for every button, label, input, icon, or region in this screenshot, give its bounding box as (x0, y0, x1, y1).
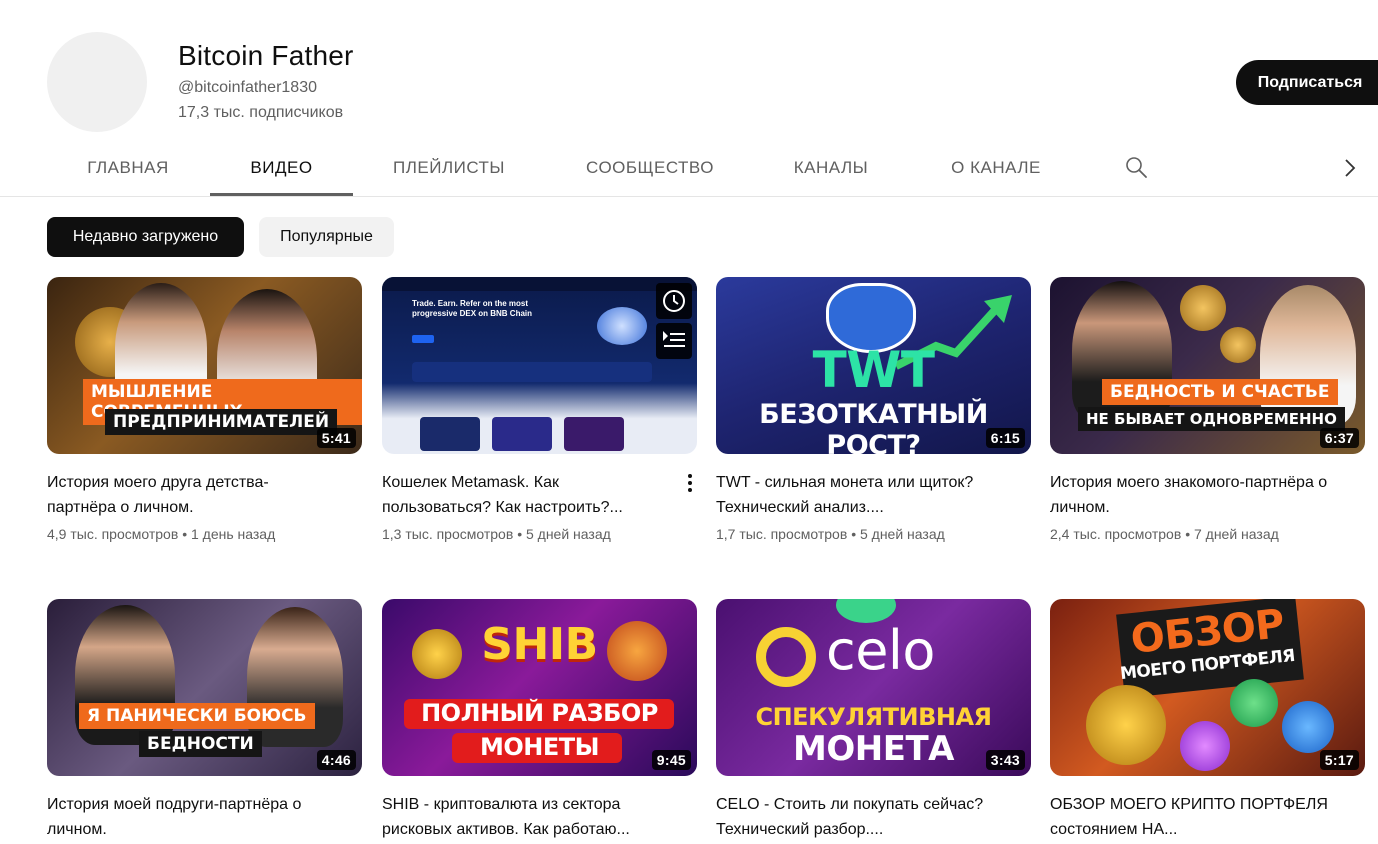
video-card[interactable]: SHIB ПОЛНЫЙ РАЗБОР МОНЕТЫ 9:45 SHIB - кр… (382, 599, 697, 842)
site-stats (412, 362, 652, 382)
video-title[interactable]: TWT - сильная монета или щиток? Техничес… (716, 470, 1031, 520)
video-card[interactable]: Я ПАНИЧЕСКИ БОЮСЬ БЕДНОСТИ 4:46 История … (47, 599, 362, 842)
video-duration: 4:46 (316, 750, 356, 770)
video-duration: 6:37 (1319, 428, 1359, 448)
video-thumbnail[interactable]: celo СПЕКУЛЯТИВНАЯ МОНЕТА 3:43 (716, 599, 1031, 776)
video-meta: 4,9 тыс. просмотров • 1 день назад (47, 526, 362, 542)
video-card[interactable]: Trade. Earn. Refer on the most progressi… (382, 277, 697, 542)
video-thumbnail[interactable]: TWT БЕЗОТКАТНЫЙ РОСТ? 6:15 (716, 277, 1031, 454)
thumb-caption: МОНЕТА (793, 729, 954, 769)
meta-separator: • (182, 526, 188, 542)
view-count: 1,7 тыс. просмотров (716, 526, 848, 542)
add-to-queue-icon[interactable] (656, 323, 692, 359)
thumb-caption: БЕДНОСТИ (139, 731, 262, 757)
video-meta: 1,7 тыс. просмотров • 5 дней назад (716, 526, 1031, 542)
tab-videos[interactable]: ВИДЕО (210, 140, 353, 196)
video-thumbnail[interactable]: ОБЗОР МОЕГО ПОРТФЕЛЯ 5:17 (1050, 599, 1365, 776)
video-card[interactable]: ОБЗОР МОЕГО ПОРТФЕЛЯ 5:17 ОБЗОР МОЕГО КР… (1050, 599, 1365, 842)
video-card[interactable]: МЫШЛЕНИЕ СОВРЕМЕННЫХ ПРЕДПРИНИМАТЕЛЕЙ 5:… (47, 277, 362, 542)
search-icon[interactable] (1124, 155, 1148, 179)
video-meta: 1,3 тыс. просмотров • 5 дней назад (382, 526, 697, 542)
thumb-caption: МОНЕТЫ (479, 733, 600, 761)
video-title[interactable]: ОБЗОР МОЕГО КРИПТО ПОРТФЕЛЯ состоянием Н… (1050, 792, 1365, 842)
subscriber-count: 17,3 тыс. подписчиков (178, 104, 344, 121)
view-count: 4,9 тыс. просмотров (47, 526, 179, 542)
coin-art (1220, 327, 1256, 363)
video-duration: 5:17 (1319, 750, 1359, 770)
site-promo (492, 417, 552, 451)
video-thumbnail[interactable]: БЕДНОСТЬ И СЧАСТЬЕ НЕ БЫВАЕТ ОДНОВРЕМЕНН… (1050, 277, 1365, 454)
coin-art (1282, 701, 1334, 753)
video-meta: 2,4 тыс. просмотров • 7 дней назад (1050, 526, 1365, 542)
mascot-art (597, 307, 647, 345)
bitcoin-coin (1086, 685, 1166, 765)
video-card[interactable]: celo СПЕКУЛЯТИВНАЯ МОНЕТА 3:43 CELO - Ст… (716, 599, 1031, 842)
chip-recent[interactable]: Недавно загружено (47, 217, 244, 257)
upload-age: 1 день назад (190, 526, 276, 542)
coin-art (1180, 285, 1226, 331)
video-title[interactable]: История моей подруги-партнёра о личном. (47, 792, 362, 842)
meta-separator: • (851, 526, 857, 542)
site-headline-line: progressive DEX on BNB Chain (412, 309, 533, 318)
video-thumbnail[interactable]: МЫШЛЕНИЕ СОВРЕМЕННЫХ ПРЕДПРИНИМАТЕЛЕЙ 5:… (47, 277, 362, 454)
view-count: 1,3 тыс. просмотров (382, 526, 514, 542)
thumb-caption: БЕДНОСТЬ И СЧАСТЬЕ (1102, 379, 1338, 405)
subscribe-button[interactable]: Подписаться (1236, 60, 1378, 105)
tab-playlists[interactable]: ПЛЕЙЛИСТЫ (370, 140, 528, 196)
site-promo (564, 417, 624, 451)
coin-art (1230, 679, 1278, 727)
chevron-right-icon[interactable] (1340, 156, 1360, 180)
video-thumbnail[interactable]: SHIB ПОЛНЫЙ РАЗБОР МОНЕТЫ 9:45 (382, 599, 697, 776)
video-title[interactable]: История моего знакомого-партнёра о лично… (1050, 470, 1365, 520)
thumb-caption: БЕЗОТКАТНЫЙ РОСТ? (759, 399, 988, 454)
video-card[interactable]: TWT БЕЗОТКАТНЫЙ РОСТ? 6:15 TWT - сильная… (716, 277, 1031, 542)
thumb-caption: НЕ БЫВАЕТ ОДНОВРЕМЕННО (1078, 407, 1345, 431)
thumb-caption: TWT (812, 341, 935, 399)
channel-tabs: ГЛАВНАЯ ВИДЕО ПЛЕЙЛИСТЫ СООБЩЕСТВО КАНАЛ… (0, 140, 1378, 197)
video-duration: 5:41 (316, 428, 356, 448)
celo-logo (756, 627, 816, 687)
site-headline-line: Trade. Earn. Refer on the most (412, 299, 529, 308)
site-button (412, 335, 434, 343)
video-title[interactable]: CELO - Стоить ли покупать сейчас? Технич… (716, 792, 1031, 842)
thumb-caption: Я ПАНИЧЕСКИ БОЮСЬ (79, 703, 315, 729)
video-duration: 9:45 (651, 750, 691, 770)
tab-home[interactable]: ГЛАВНАЯ (58, 140, 198, 196)
thumb-caption: ПОЛНЫЙ РАЗБОР (421, 699, 658, 727)
site-navbar (382, 277, 697, 291)
video-duration: 6:15 (985, 428, 1025, 448)
thumb-caption: celo (826, 619, 935, 682)
channel-title: Bitcoin Father (178, 40, 354, 71)
tab-community[interactable]: СООБЩЕСТВО (566, 140, 734, 196)
thumb-caption: ПРЕДПРИНИМАТЕЛЕЙ (105, 409, 338, 435)
video-title[interactable]: SHIB - криптовалюта из сектора рисковых … (382, 792, 697, 842)
video-title[interactable]: Кошелек Metamask. Как пользоваться? Как … (382, 470, 697, 520)
tab-channels[interactable]: КАНАЛЫ (772, 140, 890, 196)
watch-later-icon[interactable] (656, 283, 692, 319)
video-card[interactable]: БЕДНОСТЬ И СЧАСТЬЕ НЕ БЫВАЕТ ОДНОВРЕМЕНН… (1050, 277, 1365, 542)
meta-separator: • (1185, 526, 1191, 542)
chip-popular[interactable]: Популярные (259, 217, 394, 257)
channel-avatar[interactable] (47, 32, 147, 132)
view-count: 2,4 тыс. просмотров (1050, 526, 1182, 542)
video-thumbnail[interactable]: Trade. Earn. Refer on the most progressi… (382, 277, 697, 454)
site-promo (420, 417, 480, 451)
video-thumbnail[interactable]: Я ПАНИЧЕСКИ БОЮСЬ БЕДНОСТИ 4:46 (47, 599, 362, 776)
video-duration: 3:43 (985, 750, 1025, 770)
channel-handle: @bitcoinfather1830 (178, 79, 317, 96)
upload-age: 5 дней назад (859, 526, 945, 542)
meta-separator: • (517, 526, 523, 542)
thumb-caption: SHIB (481, 619, 598, 670)
site-headline: Trade. Earn. Refer on the most progressi… (412, 299, 552, 319)
video-title[interactable]: История моего друга детства-партнёра о л… (47, 470, 362, 520)
upload-age: 7 дней назад (1193, 526, 1279, 542)
more-vert-icon[interactable] (687, 473, 693, 493)
thumb-caption: СПЕКУЛЯТИВНАЯ (755, 703, 992, 731)
upload-age: 5 дней назад (525, 526, 611, 542)
tab-about[interactable]: О КАНАЛЕ (930, 140, 1062, 196)
coin-art (1180, 721, 1230, 771)
active-tab-indicator (210, 193, 353, 196)
